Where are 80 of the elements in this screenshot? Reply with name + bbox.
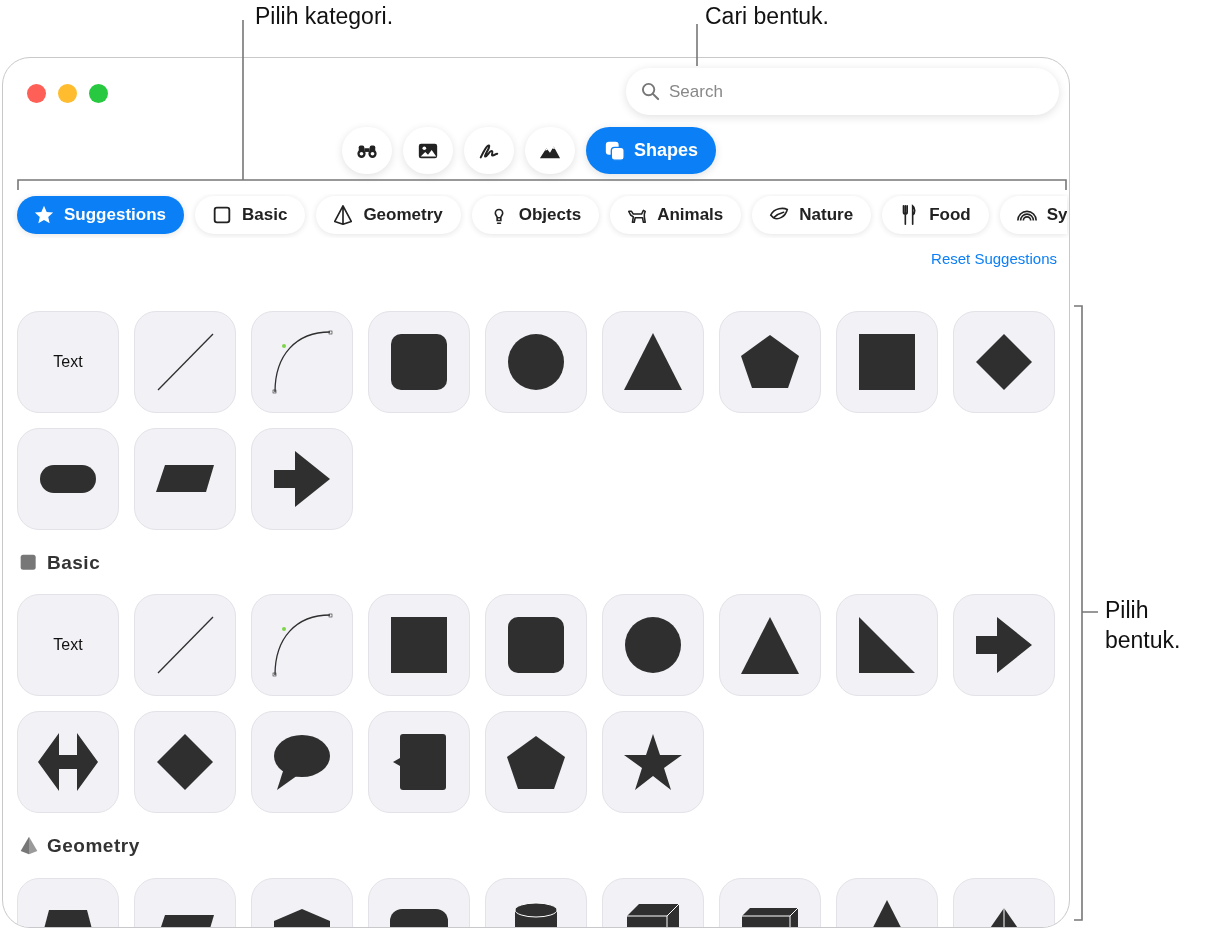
right-triangle-shape-icon: [858, 616, 916, 674]
parallelogram-shape-icon: [155, 464, 215, 493]
callout-label: Cari bentuk.: [705, 2, 829, 31]
category-tab[interactable]: Sy: [999, 196, 1068, 234]
shape-tile[interactable]: [836, 310, 938, 413]
square-shape-icon: [390, 616, 448, 674]
line-shape-icon: [156, 332, 214, 391]
arrow-shape-icon: [273, 449, 331, 508]
triangle-shape-icon: [623, 332, 683, 391]
pyramid-icon: [19, 836, 39, 857]
tool-tab[interactable]: [403, 127, 453, 174]
category-tab[interactable]: Nature: [752, 196, 872, 234]
shape-tile[interactable]: Text: [17, 594, 119, 696]
rounded-square-shape-icon: [390, 332, 448, 391]
shape-tile[interactable]: Text: [17, 310, 119, 413]
shape-tile[interactable]: [602, 711, 704, 813]
shape-tile[interactable]: [368, 594, 470, 696]
shapes-icon: [604, 139, 626, 162]
shape-tile[interactable]: [485, 594, 587, 696]
shape-tile[interactable]: [368, 711, 470, 813]
callout-label: Pilih bentuk.: [1105, 596, 1182, 655]
double-arrow-shape-icon: [37, 732, 99, 792]
shape-tile[interactable]: [251, 594, 353, 696]
pyramid-icon: [332, 204, 355, 226]
shape-tile[interactable]: [134, 427, 236, 530]
tool-tab[interactable]: [342, 127, 392, 174]
shape-tile[interactable]: [134, 594, 236, 696]
close-button[interactable]: [27, 84, 46, 103]
tool-tab[interactable]: [464, 127, 514, 174]
arrow-shape-icon: [975, 616, 1033, 674]
shape-tile[interactable]: [485, 711, 587, 813]
category-tab[interactable]: Basic: [195, 196, 306, 234]
pill-shape-icon: [39, 463, 97, 494]
diamond-shape-icon: [975, 332, 1033, 391]
category-tab[interactable]: Animals: [610, 196, 742, 234]
section-heading: Geometry: [47, 834, 140, 858]
triangle-shape-icon: [740, 615, 800, 675]
shape-tile[interactable]: [953, 594, 1055, 696]
shape-tile[interactable]: [251, 711, 353, 813]
square-icon: [211, 204, 233, 226]
pentagon-shape-icon: [506, 734, 566, 790]
speech-bubble-shape-icon: [273, 733, 331, 791]
star-shape-icon: [623, 733, 683, 791]
shape-tile[interactable]: [719, 594, 821, 696]
curve-shape-icon: [271, 329, 333, 394]
category-tab[interactable]: Geometry: [316, 196, 461, 234]
category-tab[interactable]: Objects: [471, 196, 600, 234]
category-tab[interactable]: Food: [882, 196, 989, 234]
shape-tile[interactable]: [602, 594, 704, 696]
section-heading: Basic: [47, 550, 101, 575]
rounded-square-shape-icon: [507, 616, 565, 674]
shape-tile[interactable]: [485, 310, 587, 413]
curve-shape-icon: [271, 613, 333, 677]
callout-shape-icon: [391, 733, 447, 791]
shape-tile[interactable]: [17, 427, 119, 530]
callout-label: Pilih kategori.: [255, 2, 394, 31]
pentagon-shape-icon: [740, 334, 800, 389]
shapes-tab[interactable]: Shapes: [586, 127, 716, 174]
reset-suggestions-link[interactable]: Reset Suggestions: [931, 248, 1057, 271]
circle-shape-icon: [624, 616, 682, 674]
shape-tile[interactable]: [953, 310, 1055, 413]
square-shape-icon: [858, 332, 916, 391]
circle-shape-icon: [507, 332, 565, 391]
shape-tile[interactable]: [134, 711, 236, 813]
square-icon: [19, 552, 39, 573]
diamond-shape-icon: [156, 733, 214, 791]
leader-line: [696, 23, 698, 67]
category-tab[interactable]: Suggestions: [17, 196, 184, 234]
shape-tile[interactable]: [251, 310, 353, 413]
search-field[interactable]: Search: [626, 68, 1059, 115]
shape-tile[interactable]: [134, 310, 236, 413]
line-shape-icon: [156, 616, 214, 674]
shape-tile[interactable]: [836, 594, 938, 696]
tool-tab[interactable]: [525, 127, 575, 174]
shape-tile[interactable]: [368, 310, 470, 413]
shape-tile[interactable]: [602, 310, 704, 413]
star-icon: [33, 204, 55, 226]
shape-tile[interactable]: [17, 711, 119, 813]
shape-tile[interactable]: [719, 310, 821, 413]
shape-tile[interactable]: [251, 427, 353, 530]
